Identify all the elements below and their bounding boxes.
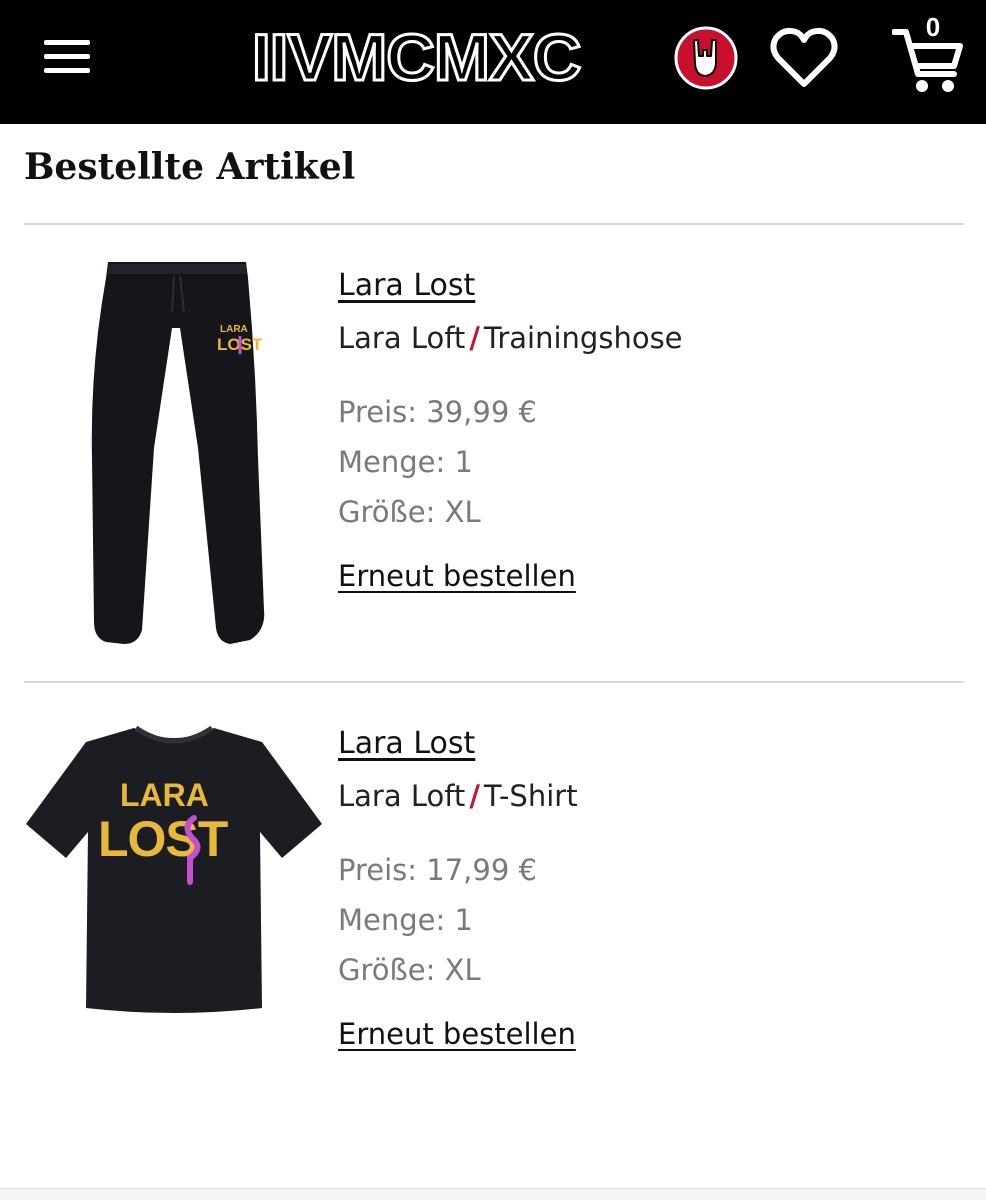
pants-print-top: LARA (220, 324, 248, 335)
product-name-link[interactable]: Lara Lost (338, 726, 578, 761)
divider (24, 223, 964, 225)
product-price: Preis: 39,99 € (338, 395, 537, 429)
bottom-edge (0, 1188, 986, 1200)
product-image-tshirt[interactable]: LARA LOST (24, 722, 324, 1018)
logo-wordmark: IIVMCMXC (250, 20, 583, 94)
order-item: Lara Lost Lara Loft / Trainingshose Preis:… (338, 268, 683, 593)
product-subtitle: Lara Loft / Trainingshose (338, 321, 683, 355)
product-meta: Preis: 17,99 € Menge: 1 Größe: XL (338, 845, 578, 995)
reorder-link[interactable]: Erneut bestellen (338, 559, 576, 593)
product-subtitle: Lara Loft / T-Shirt (338, 779, 578, 813)
product-quantity: Menge: 1 (338, 445, 473, 479)
heart-icon[interactable] (770, 26, 838, 90)
menu-icon[interactable] (44, 40, 90, 74)
product-size: Größe: XL (338, 495, 481, 529)
product-category: Trainingshose (483, 321, 683, 355)
store-logo[interactable]: IIVMCMXC (250, 20, 738, 94)
product-category: T-Shirt (483, 779, 578, 813)
product-price: Preis: 17,99 € (338, 853, 537, 887)
tshirt-print-bottom: LOST (98, 811, 228, 867)
separator-slash: / (469, 779, 480, 813)
separator-slash: / (469, 321, 480, 355)
page-title: Bestellte Artikel (24, 146, 356, 188)
product-image-trainingshose[interactable]: LARA LOST (80, 258, 270, 648)
cart-count-badge: 0 (925, 12, 941, 42)
tshirt-print-top: LARA (120, 777, 209, 813)
product-brand: Lara Loft (338, 321, 466, 355)
order-item: Lara Lost Lara Loft / T-Shirt Preis: 17,99… (338, 726, 578, 1051)
product-size: Größe: XL (338, 953, 481, 987)
top-bar: IIVMCMXC 0 (0, 0, 986, 124)
divider (24, 681, 964, 683)
product-meta: Preis: 39,99 € Menge: 1 Größe: XL (338, 387, 683, 537)
product-quantity: Menge: 1 (338, 903, 473, 937)
horns-hand-icon (674, 26, 738, 90)
product-brand: Lara Loft (338, 779, 466, 813)
reorder-link[interactable]: Erneut bestellen (338, 1017, 576, 1051)
product-name-link[interactable]: Lara Lost (338, 268, 683, 303)
